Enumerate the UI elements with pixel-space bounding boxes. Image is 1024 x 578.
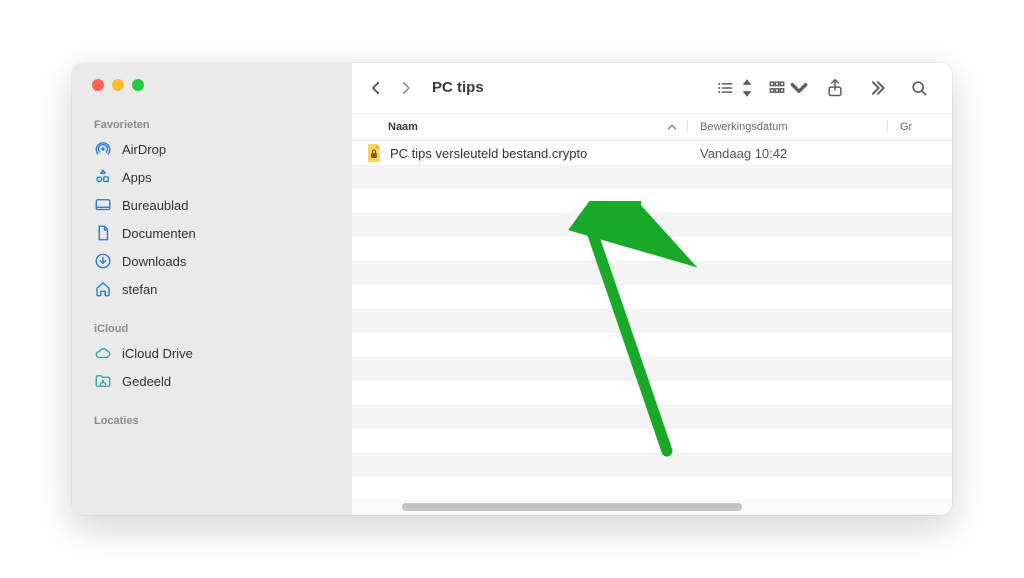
sidebar-item-label: iCloud Drive bbox=[122, 346, 193, 361]
file-date: Vandaag 10:42 bbox=[688, 146, 888, 161]
forward-button[interactable] bbox=[392, 74, 420, 102]
nav-arrows bbox=[362, 74, 420, 102]
toolbar: PC tips bbox=[352, 63, 952, 113]
sidebar: Favorieten AirDrop Apps bbox=[72, 63, 352, 515]
encrypted-file-icon bbox=[366, 143, 382, 163]
sidebar-item-label: Gedeeld bbox=[122, 374, 171, 389]
sidebar-item-desktop[interactable]: Bureaublad bbox=[88, 191, 336, 219]
window-title: PC tips bbox=[432, 79, 484, 96]
finder-window: Favorieten AirDrop Apps bbox=[72, 63, 952, 515]
column-date[interactable]: Bewerkingsdatum bbox=[688, 121, 888, 133]
sidebar-section-icloud: iCloud Drive Gedeeld bbox=[88, 339, 336, 395]
sidebar-item-label: Downloads bbox=[122, 254, 186, 269]
window-controls bbox=[88, 79, 336, 113]
file-name: PC tips versleuteld bestand.crypto bbox=[390, 146, 587, 161]
sidebar-item-home[interactable]: stefan bbox=[88, 275, 336, 303]
back-button[interactable] bbox=[362, 74, 390, 102]
share-button[interactable] bbox=[818, 74, 852, 102]
sidebar-section-favorites: AirDrop Apps Bureaublad bbox=[88, 135, 336, 303]
cloud-icon bbox=[94, 344, 112, 362]
sidebar-item-apps[interactable]: Apps bbox=[88, 163, 336, 191]
shared-folder-icon bbox=[94, 372, 112, 390]
column-date-label: Bewerkingsdatum bbox=[700, 121, 787, 133]
file-row[interactable]: PC tips versleuteld bestand.crypto Vanda… bbox=[352, 141, 952, 165]
column-name-label: Naam bbox=[388, 121, 418, 133]
apps-icon bbox=[94, 168, 112, 186]
main-pane: PC tips Naam bbox=[352, 63, 952, 515]
minimize-window-button[interactable] bbox=[112, 79, 124, 91]
sidebar-item-icloud-drive[interactable]: iCloud Drive bbox=[88, 339, 336, 367]
airdrop-icon bbox=[94, 140, 112, 158]
search-button[interactable] bbox=[902, 74, 936, 102]
maximize-window-button[interactable] bbox=[132, 79, 144, 91]
desktop-icon bbox=[94, 196, 112, 214]
close-window-button[interactable] bbox=[92, 79, 104, 91]
column-name[interactable]: Naam bbox=[352, 121, 688, 133]
sidebar-item-airdrop[interactable]: AirDrop bbox=[88, 135, 336, 163]
sidebar-item-documents[interactable]: Documenten bbox=[88, 219, 336, 247]
sort-up-icon bbox=[667, 122, 677, 132]
column-size-label: Gr bbox=[900, 121, 912, 133]
sidebar-item-label: Apps bbox=[122, 170, 152, 185]
sidebar-section-label: Favorieten bbox=[94, 119, 330, 131]
documents-icon bbox=[94, 224, 112, 242]
sidebar-section-label: Locaties bbox=[94, 415, 330, 427]
home-icon bbox=[94, 280, 112, 298]
sidebar-item-label: stefan bbox=[122, 282, 157, 297]
sidebar-item-label: AirDrop bbox=[122, 142, 166, 157]
view-mode-button[interactable] bbox=[714, 74, 758, 102]
scrollbar-thumb[interactable] bbox=[402, 503, 742, 511]
downloads-icon bbox=[94, 252, 112, 270]
sidebar-section-label: iCloud bbox=[94, 323, 330, 335]
sidebar-item-downloads[interactable]: Downloads bbox=[88, 247, 336, 275]
sidebar-item-label: Documenten bbox=[122, 226, 196, 241]
more-button[interactable] bbox=[860, 74, 894, 102]
sidebar-item-shared[interactable]: Gedeeld bbox=[88, 367, 336, 395]
sidebar-item-label: Bureaublad bbox=[122, 198, 189, 213]
file-list: PC tips versleuteld bestand.crypto Vanda… bbox=[352, 141, 952, 515]
column-headers: Naam Bewerkingsdatum Gr bbox=[352, 113, 952, 141]
column-size[interactable]: Gr bbox=[888, 121, 952, 133]
horizontal-scrollbar[interactable] bbox=[352, 499, 952, 515]
group-by-button[interactable] bbox=[766, 74, 810, 102]
